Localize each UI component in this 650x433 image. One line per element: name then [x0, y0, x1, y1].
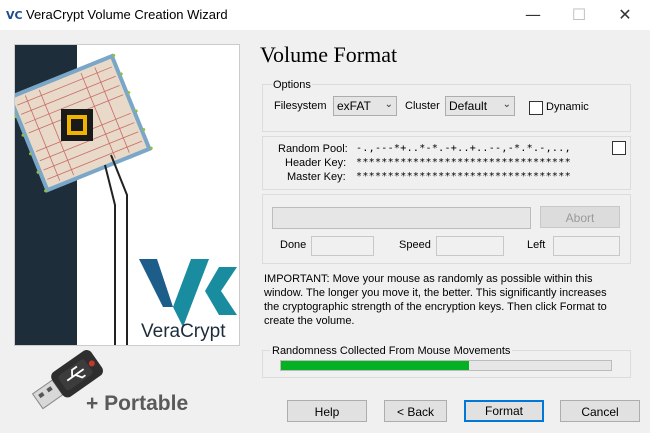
- left-label: Left: [527, 239, 546, 251]
- done-label: Done: [280, 239, 307, 251]
- title-bar: VC VeraCrypt Volume Creation Wizard — ☐ …: [0, 0, 650, 30]
- master-key-label: Master Key:: [287, 171, 346, 183]
- show-pool-checkbox[interactable]: [612, 141, 626, 155]
- filesystem-select[interactable]: exFAT ⌄: [333, 96, 397, 116]
- veracrypt-logo-text: VeraCrypt: [141, 321, 226, 342]
- cancel-button[interactable]: Cancel: [560, 400, 640, 422]
- done-field: [311, 236, 374, 256]
- random-pool-label: Random Pool:: [278, 143, 348, 155]
- important-notice: IMPORTANT: Move your mouse as randomly a…: [264, 273, 607, 327]
- randomness-meter-fill: [281, 361, 470, 370]
- dynamic-checkbox[interactable]: [529, 101, 543, 115]
- randomness-meter: [280, 360, 612, 371]
- app-icon: VC: [6, 9, 23, 22]
- options-group-label: Options: [272, 79, 312, 91]
- abort-button[interactable]: Abort: [540, 206, 620, 228]
- format-button[interactable]: Format: [464, 400, 544, 422]
- chevron-down-icon: ⌄: [502, 99, 511, 110]
- left-field: [553, 236, 620, 256]
- header-key-label: Header Key:: [285, 157, 347, 169]
- wizard-client-area: VeraCrypt + Portable Volume Format Optio…: [0, 30, 650, 433]
- close-button[interactable]: ✕: [602, 0, 648, 30]
- random-pool-value: -.,---*+..*-*.-+..+..--,-*.*.-,..,: [356, 143, 571, 154]
- back-button[interactable]: < Back: [384, 400, 447, 422]
- chevron-down-icon: ⌄: [384, 99, 393, 110]
- minimize-button[interactable]: —: [510, 0, 556, 30]
- speed-label: Speed: [399, 239, 431, 251]
- header-key-value: **********************************: [356, 157, 571, 168]
- wizard-banner-image: VeraCrypt: [14, 44, 240, 346]
- chip-illustration: [15, 45, 239, 345]
- speed-field: [436, 236, 504, 256]
- dynamic-label[interactable]: Dynamic: [546, 101, 589, 113]
- maximize-button[interactable]: ☐: [556, 0, 602, 30]
- cluster-label: Cluster: [405, 100, 440, 112]
- help-button[interactable]: Help: [287, 400, 367, 422]
- window-title: VeraCrypt Volume Creation Wizard: [26, 7, 228, 22]
- filesystem-label: Filesystem: [274, 100, 327, 112]
- page-title: Volume Format: [260, 42, 398, 67]
- filesystem-value: exFAT: [337, 99, 371, 113]
- portable-label: + Portable: [86, 392, 189, 415]
- cluster-select[interactable]: Default ⌄: [445, 96, 515, 116]
- randomness-label: Randomness Collected From Mouse Movement…: [270, 345, 513, 357]
- format-progress-bar: [272, 207, 531, 229]
- cluster-value: Default: [449, 99, 488, 113]
- master-key-value: **********************************: [356, 171, 571, 182]
